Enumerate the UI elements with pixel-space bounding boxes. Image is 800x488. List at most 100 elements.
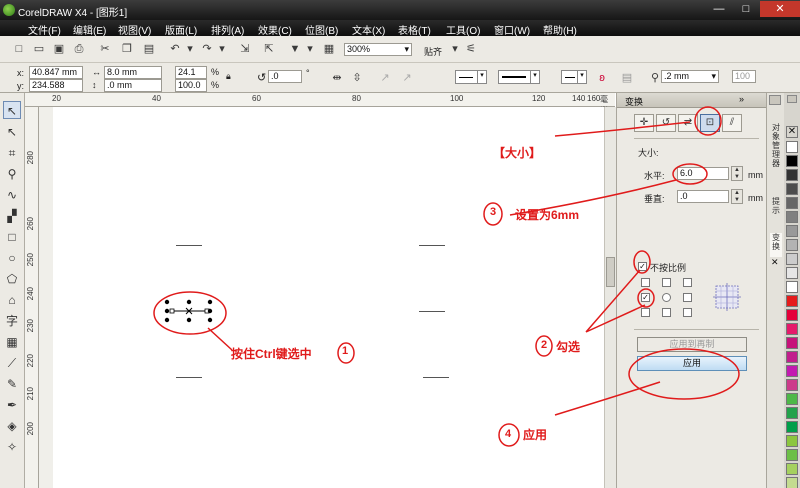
wrap-text-icon[interactable]: ʚ [595, 71, 609, 85]
tab-transform[interactable]: 变换 [770, 233, 782, 257]
line-object[interactable] [419, 245, 445, 246]
interactive-fill-tool-icon[interactable]: ✧ [3, 438, 21, 456]
color-swatch[interactable] [786, 197, 798, 209]
menu-text[interactable]: 文本(X) [352, 22, 385, 37]
menu-window[interactable]: 窗口(W) [494, 22, 530, 37]
start-arrowhead-icon[interactable]: ↗ [378, 71, 392, 85]
options-icon[interactable]: ⚟ [464, 42, 478, 56]
launcher-dropdown-icon[interactable]: ▾ [303, 42, 317, 56]
redo-dropdown-icon[interactable]: ▾ [215, 42, 229, 56]
menu-edit[interactable]: 编辑(E) [73, 22, 106, 37]
color-swatch[interactable] [786, 169, 798, 181]
fill-tool-icon[interactable]: ◈ [3, 417, 21, 435]
line-style-select[interactable]: ▾ [498, 70, 540, 84]
vertical-size-field[interactable]: .0 [677, 190, 729, 203]
color-swatch[interactable] [786, 393, 798, 405]
anchor-bottom-center[interactable] [662, 308, 671, 317]
lock-ratio-icon[interactable]: 🔒︎ [226, 71, 231, 82]
apply-button[interactable]: 应用 [637, 356, 747, 371]
line-object[interactable] [423, 377, 449, 378]
end-arrow-select[interactable]: ▾ [561, 70, 587, 84]
polygon-tool-icon[interactable]: ⬠ [3, 270, 21, 288]
convert-to-curves-icon[interactable]: ▤ [620, 71, 634, 85]
snap-dropdown-icon[interactable]: ▾ [448, 42, 462, 56]
color-swatch[interactable] [786, 295, 798, 307]
x-position-field[interactable]: 40.847 mm [29, 66, 83, 79]
cut-icon[interactable]: ✂ [98, 42, 112, 56]
color-swatch[interactable] [786, 267, 798, 279]
menu-view[interactable]: 视图(V) [118, 22, 151, 37]
color-swatch[interactable] [786, 183, 798, 195]
color-swatch[interactable] [786, 141, 798, 153]
freehand-tool-icon[interactable]: ∿ [3, 186, 21, 204]
menu-bitmaps[interactable]: 位图(B) [305, 22, 338, 37]
height-field[interactable]: .0 mm [104, 79, 162, 92]
welcome-screen-icon[interactable]: ▦ [322, 42, 336, 56]
start-arrow-select[interactable]: ▾ [455, 70, 487, 84]
undo-icon[interactable]: ↶ [168, 42, 182, 56]
undo-dropdown-icon[interactable]: ▾ [183, 42, 197, 56]
ellipse-tool-icon[interactable]: ○ [3, 249, 21, 267]
anchor-top-left[interactable] [641, 278, 650, 287]
anchor-center[interactable] [662, 293, 671, 302]
shape-tool-icon[interactable]: ↖ [3, 123, 21, 141]
proportional-checkbox[interactable]: ✓ [638, 262, 647, 271]
scale-y-field[interactable]: 100.0 [175, 79, 207, 92]
docker-expand-icon[interactable]: » [739, 94, 744, 104]
application-launcher-icon[interactable]: ▼ [288, 42, 302, 56]
tab-object-manager[interactable]: 对象管理器 [770, 123, 782, 193]
color-swatch[interactable] [786, 239, 798, 251]
open-icon[interactable]: ▭ [32, 42, 46, 56]
color-swatch[interactable] [786, 253, 798, 265]
save-icon[interactable]: ▣ [52, 42, 66, 56]
paste-icon[interactable]: ▤ [142, 42, 156, 56]
skew-tab-icon[interactable]: ⫽ [722, 114, 742, 132]
line-object[interactable] [419, 311, 445, 312]
color-swatch[interactable] [786, 477, 798, 488]
palette-scroll-up-icon[interactable] [787, 95, 797, 103]
color-swatch[interactable] [786, 309, 798, 321]
scrollbar-thumb[interactable] [606, 257, 615, 287]
redo-icon[interactable]: ↷ [200, 42, 214, 56]
menu-arrange[interactable]: 排列(A) [211, 22, 244, 37]
selected-line-object[interactable] [163, 299, 215, 323]
outline-value-field[interactable]: 100 [732, 70, 756, 83]
color-swatch[interactable] [786, 351, 798, 363]
scale-x-field[interactable]: 24.1 [175, 66, 207, 79]
eyedropper-tool-icon[interactable]: ✎ [3, 375, 21, 393]
drawing-canvas[interactable] [39, 107, 613, 488]
color-swatch[interactable] [786, 463, 798, 475]
scale-mirror-tab-icon[interactable]: ⇄ [678, 114, 698, 132]
menu-help[interactable]: 帮助(H) [543, 22, 577, 37]
horizontal-spinner[interactable]: ▲ ▼ [731, 166, 743, 181]
line-object[interactable] [176, 245, 202, 246]
color-swatch[interactable] [786, 323, 798, 335]
basic-shapes-tool-icon[interactable]: ⌂ [3, 291, 21, 309]
width-field[interactable]: 8.0 mm [104, 66, 162, 79]
color-swatch[interactable] [786, 379, 798, 391]
parallel-dimension-tool-icon[interactable]: ⟋ [3, 354, 21, 372]
mirror-horizontal-icon[interactable]: ⇹ [330, 71, 344, 85]
anchor-middle-left[interactable]: ✓ [641, 293, 650, 302]
menu-layout[interactable]: 版面(L) [165, 22, 197, 37]
rectangle-tool-icon[interactable]: □ [3, 228, 21, 246]
minimize-button[interactable]: — [706, 1, 732, 17]
rotate-tab-icon[interactable]: ↺ [656, 114, 676, 132]
side-minimize-icon[interactable] [769, 95, 781, 105]
menu-tools[interactable]: 工具(O) [446, 22, 480, 37]
selection-handles[interactable] [163, 299, 215, 323]
color-swatch[interactable] [786, 281, 798, 293]
copy-icon[interactable]: ❐ [120, 42, 134, 56]
menu-effects[interactable]: 效果(C) [258, 22, 292, 37]
color-swatch[interactable] [786, 421, 798, 433]
zoom-levels[interactable]: 300% ▾ [344, 43, 412, 56]
close-docker-icon[interactable]: ✕ [771, 257, 779, 268]
color-swatch[interactable] [786, 435, 798, 447]
menu-file[interactable]: 文件(F) [28, 22, 61, 37]
vertical-scrollbar[interactable] [604, 107, 616, 488]
crop-tool-icon[interactable]: ⌗ [3, 144, 21, 162]
color-swatch[interactable] [786, 365, 798, 377]
anchor-bottom-left[interactable] [641, 308, 650, 317]
color-swatch[interactable] [786, 211, 798, 223]
vertical-spinner[interactable]: ▲ ▼ [731, 189, 743, 204]
